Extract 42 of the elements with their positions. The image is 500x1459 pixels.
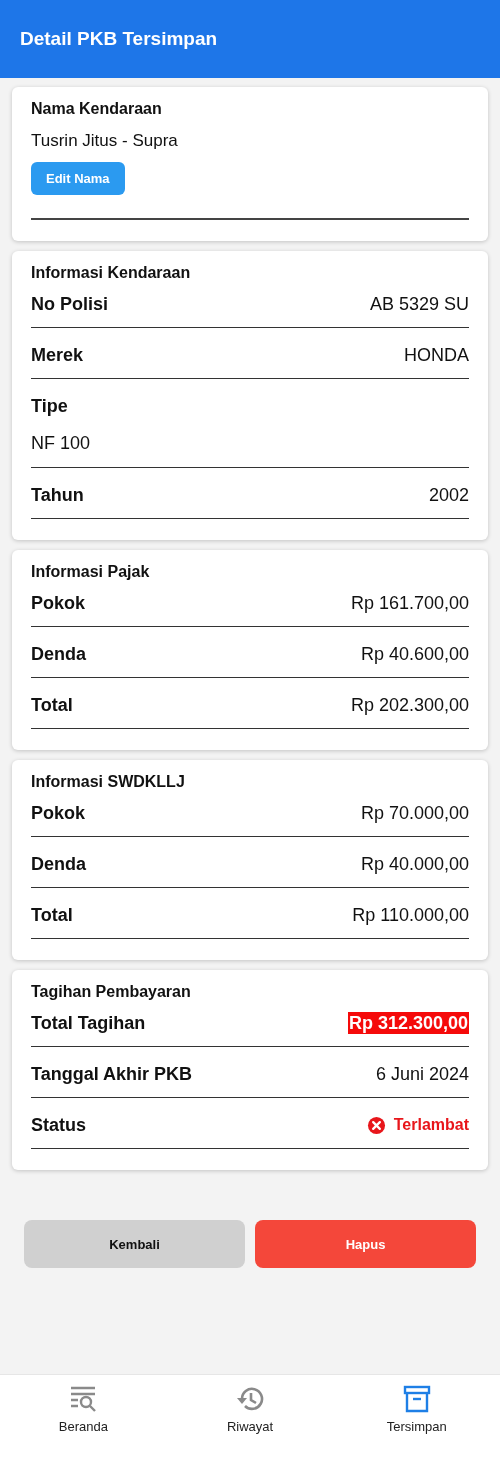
row-value: NF 100 [31, 432, 91, 454]
back-button[interactable]: Kembali [24, 1220, 245, 1268]
row-label: Total Tagihan [31, 1012, 146, 1034]
card-title: Informasi Pajak [31, 562, 151, 582]
row-label: Pokok [31, 802, 86, 824]
row-value: Rp 161.700,00 [350, 592, 469, 614]
row-label: Tipe [31, 395, 68, 417]
row-value: AB 5329 SU [369, 293, 469, 315]
row-value: Rp 202.300,00 [350, 694, 469, 716]
row-label: Total [31, 694, 73, 716]
row-value: HONDA [404, 344, 469, 366]
vehicle-name: Tusrin Jitus - Supra [31, 130, 179, 152]
total-amount: Rp 312.300,00 [347, 1012, 469, 1034]
error-icon [366, 1115, 386, 1135]
card-title: Informasi SWDKLLJ [31, 772, 186, 792]
card-title: Informasi Kendaraan [31, 263, 192, 283]
row-label: No Polisi [31, 293, 108, 315]
row-value: Rp 110.000,00 [352, 904, 469, 926]
row-value: Rp 70.000,00 [360, 802, 469, 824]
nav-tab[interactable]: Tersimpan [333, 1375, 500, 1459]
history-icon [236, 1385, 264, 1413]
row-label: Merek [31, 344, 84, 366]
row-label: Denda [31, 853, 86, 875]
row-value: 2002 [428, 484, 469, 506]
nav-tab[interactable]: Riwayat [166, 1375, 334, 1459]
status-text: Terlambat [393, 1115, 469, 1135]
search-list-icon [69, 1385, 98, 1413]
row-label: Total [31, 904, 73, 926]
nav-tab[interactable]: Beranda [0, 1375, 167, 1459]
delete-button[interactable]: Hapus [255, 1220, 476, 1268]
card-title: Tagihan Pembayaran [31, 982, 192, 1002]
row-label: Denda [31, 643, 86, 665]
row-value: 6 Juni 2024 [375, 1063, 469, 1085]
row-label: Pokok [31, 592, 86, 614]
app-bar-title: Detail PKB Tersimpan [20, 28, 218, 50]
card-title: Nama Kendaraan [31, 99, 163, 119]
row-value: Rp 40.600,00 [360, 643, 469, 665]
row-label: Status [31, 1114, 86, 1136]
row-label: Tahun [31, 484, 84, 506]
row-label: Tanggal Akhir PKB [31, 1063, 192, 1085]
row-value: Rp 40.000,00 [360, 853, 469, 875]
archive-icon [402, 1385, 431, 1413]
